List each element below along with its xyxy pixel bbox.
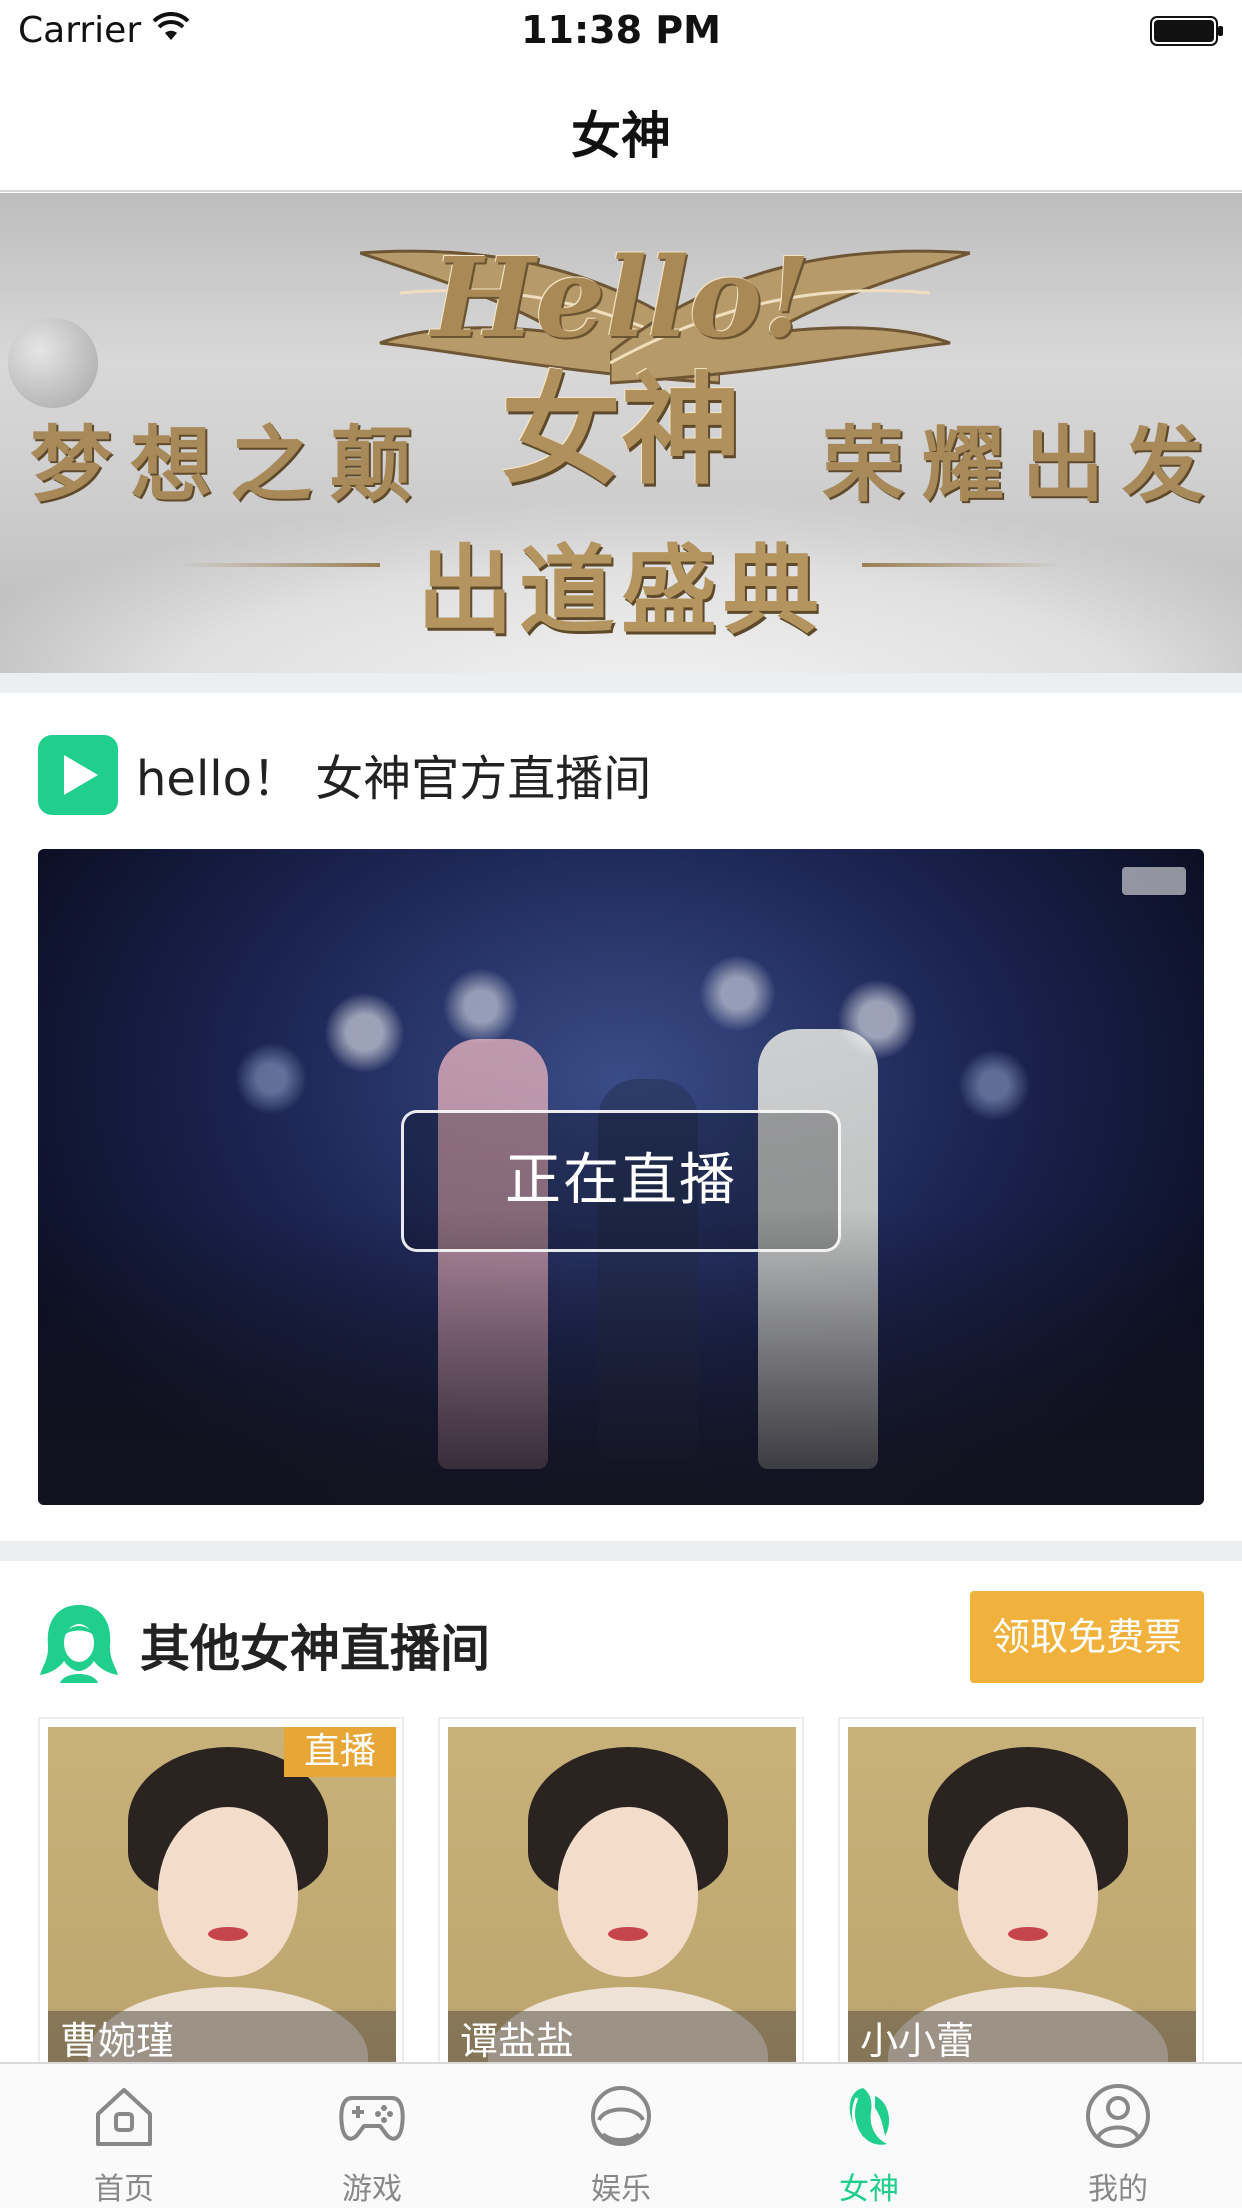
goddess-photo: 谭盐盐	[448, 1727, 796, 2071]
video-corner-tag	[1122, 867, 1186, 895]
other-goddess-title: 其他女神直播间	[140, 1620, 490, 1678]
live-badge: 直播	[284, 1727, 396, 1777]
banner-bottom-text: 出道盛典	[417, 534, 825, 647]
goddess-name: 谭盐盐	[460, 2019, 575, 2063]
play-icon	[38, 735, 118, 815]
promo-banner[interactable]: Hello! 女神 梦想之颠 荣耀出发 出道盛典	[0, 193, 1242, 673]
tab-label: 首页	[94, 2172, 154, 2207]
entertainment-icon	[591, 2086, 651, 2146]
tab-home[interactable]: 首页	[0, 2064, 248, 2208]
goddess-name: 小小蕾	[860, 2019, 975, 2063]
gamepad-icon	[339, 2096, 405, 2141]
other-goddess-section: 其他女神直播间 领取免费票 曹婉瑾 直播 谭盐盐 小小蕾	[0, 1561, 1242, 2077]
goddess-card-list: 曹婉瑾 直播 谭盐盐 小小蕾	[38, 1717, 1204, 2077]
tab-label: 女神	[839, 2172, 899, 2207]
banner-right-slogan: 荣耀出发	[821, 417, 1222, 513]
official-live-section: hello！ 女神官方直播间 正在直播	[0, 693, 1242, 1541]
profile-icon	[1086, 2084, 1150, 2148]
clock: 11:38 PM	[521, 8, 721, 52]
status-bar: Carrier 11:38 PM	[0, 0, 1242, 60]
goddess-icon	[40, 1605, 118, 1683]
goddess-icon	[849, 2088, 890, 2145]
goddess-card[interactable]: 谭盐盐	[438, 1717, 804, 2077]
official-live-title: hello！ 女神官方直播间	[136, 751, 652, 807]
tab-goddess[interactable]: 女神	[745, 2064, 993, 2208]
tab-label: 游戏	[342, 2172, 402, 2207]
goddess-card[interactable]: 曹婉瑾 直播	[38, 1717, 404, 2077]
tab-bar: 首页 游戏 娱乐 女神 我的	[0, 2062, 1242, 2208]
tab-profile[interactable]: 我的	[994, 2064, 1242, 2208]
page-title: 女神	[571, 107, 671, 165]
battery-icon	[1150, 16, 1223, 46]
goddess-photo: 曹婉瑾 直播	[48, 1727, 396, 2071]
tab-games[interactable]: 游戏	[248, 2064, 496, 2208]
official-live-video[interactable]: 正在直播	[38, 849, 1204, 1505]
free-ticket-button[interactable]: 领取免费票	[970, 1591, 1204, 1683]
goddess-name: 曹婉瑾	[60, 2019, 175, 2063]
banner-left-slogan: 梦想之颠	[30, 417, 431, 513]
section-divider	[0, 673, 1242, 693]
goddess-photo: 小小蕾	[848, 1727, 1196, 2071]
tab-label: 我的	[1088, 2172, 1148, 2207]
navigation-bar: 女神	[0, 60, 1242, 192]
home-icon	[96, 2088, 152, 2146]
watch-live-button[interactable]: 正在直播	[401, 1110, 841, 1252]
goddess-card[interactable]: 小小蕾	[838, 1717, 1204, 2077]
tab-entertainment[interactable]: 娱乐	[497, 2064, 745, 2208]
section-divider	[0, 1541, 1242, 1561]
tab-label: 娱乐	[591, 2172, 651, 2207]
